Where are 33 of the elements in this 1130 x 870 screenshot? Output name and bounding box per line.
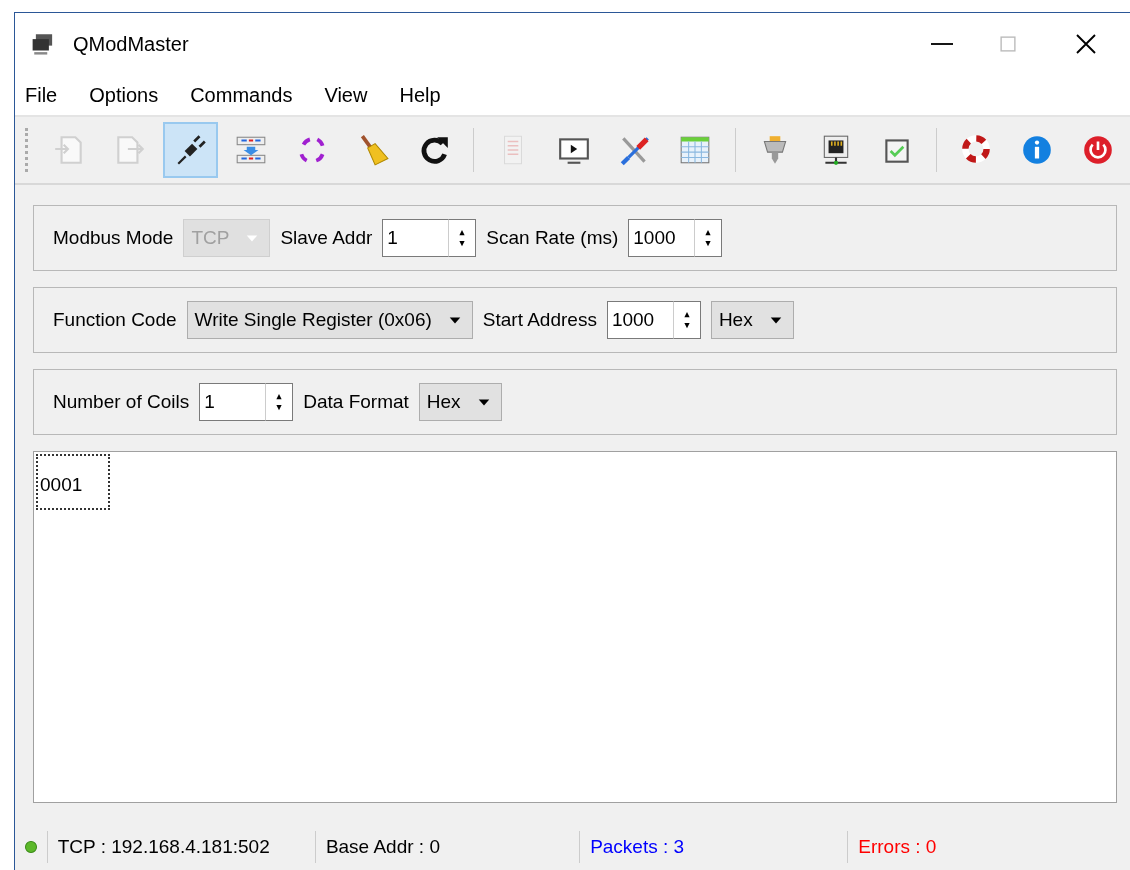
- status-text: Base Addr : 0: [314, 831, 580, 863]
- spin-buttons[interactable]: [694, 219, 723, 257]
- spin-buttons[interactable]: [265, 383, 294, 421]
- maximize-icon: [997, 33, 1019, 55]
- toolbar-button[interactable]: [163, 122, 219, 178]
- number-field[interactable]: 1: [199, 383, 266, 421]
- number-field[interactable]: 1: [382, 219, 449, 257]
- close-icon: [1074, 32, 1098, 56]
- field-label: Scan Rate (ms): [486, 227, 619, 249]
- field-label: Start Address: [482, 309, 597, 331]
- field-label: Data Format: [303, 391, 409, 413]
- dropdown[interactable]: Hex: [710, 301, 794, 339]
- dropdown[interactable]: Write Single Register (0x06): [186, 301, 473, 339]
- field-label: Number of Coils: [53, 391, 190, 413]
- menu-item[interactable]: View: [324, 81, 384, 109]
- window-title: QModMaster: [73, 32, 190, 56]
- menu-item[interactable]: Help: [399, 81, 457, 109]
- spin-buttons[interactable]: [672, 301, 701, 339]
- status-text: Packets : 3: [579, 831, 848, 863]
- status-text: Errors : 0: [847, 831, 1130, 863]
- field-label: Function Code: [53, 309, 177, 331]
- table-cell[interactable]: 0001: [36, 454, 110, 510]
- number-field[interactable]: 1000: [606, 301, 673, 339]
- menu-item[interactable]: Options: [89, 81, 175, 109]
- field-label: Modbus Mode: [53, 227, 174, 249]
- minimize-icon: [931, 43, 953, 45]
- menu-item[interactable]: File: [25, 81, 74, 109]
- status-text: TCP : 192.168.4.181:502: [46, 831, 315, 863]
- spin-buttons[interactable]: [448, 219, 477, 257]
- dropdown[interactable]: Hex: [418, 383, 502, 421]
- field-label: Slave Addr: [280, 227, 373, 249]
- menu-item[interactable]: Commands: [190, 81, 309, 109]
- number-field[interactable]: 1000: [628, 219, 695, 257]
